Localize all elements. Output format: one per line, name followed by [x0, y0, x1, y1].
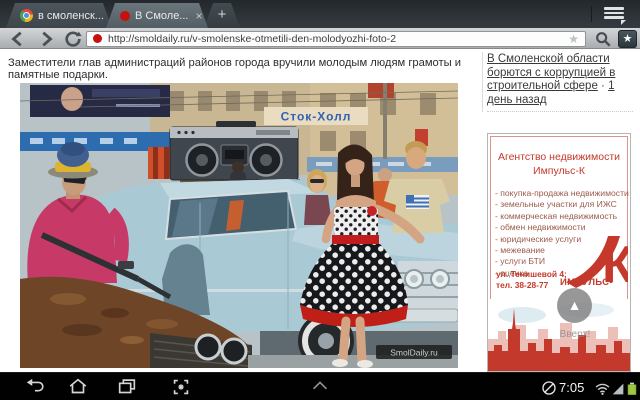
wifi-icon	[594, 380, 611, 397]
tab-label: В Смоле...	[135, 10, 188, 22]
home-icon[interactable]	[67, 376, 89, 398]
chrome-favicon-icon	[20, 9, 33, 22]
tab-smolensk[interactable]: в смоленск...	[6, 3, 112, 28]
close-icon[interactable]: ×	[195, 9, 202, 23]
news-link[interactable]: В Смоленской области борются с коррупцие…	[487, 53, 615, 92]
tab-smoldaily-active[interactable]: В Смоле... ×	[106, 3, 208, 28]
back-icon[interactable]	[9, 30, 27, 48]
article-lead: Заместители глав администраций районов г…	[8, 57, 476, 81]
scroll-to-top-label: Вверх!	[549, 329, 601, 340]
ad-brand-name: ИМПУЛЬС-	[560, 277, 613, 288]
photo-sign-text: Сток-Холл	[281, 110, 352, 124]
site-favicon-icon	[93, 34, 102, 43]
ad-service-item: - покупка-продажа недвижимости	[495, 188, 629, 199]
photo-watermark: SmolDaily.ru	[376, 345, 452, 359]
site-favicon-icon	[120, 11, 130, 21]
browser-tab-strip: в смоленск... В Смоле... × +	[0, 0, 640, 28]
refresh-icon[interactable]	[64, 30, 82, 48]
url-text: http://smoldaily.ru/v-smolenske-otmetili…	[108, 33, 562, 45]
forward-icon[interactable]	[37, 30, 55, 48]
battery-icon	[624, 379, 640, 397]
ad-address: ул. Тенишевой 4; тел. 38-28-77	[496, 269, 567, 291]
svg-text:SmolDaily.ru: SmolDaily.ru	[390, 348, 438, 358]
chevron-up-icon[interactable]	[309, 376, 331, 398]
browser-toolbar: http://smoldaily.ru/v-smolenske-otmetili…	[0, 28, 640, 49]
article-photo[interactable]: Сток-Холл	[20, 83, 458, 368]
tab-label: в смоленск...	[38, 10, 104, 22]
tablet-screen: в смоленск... В Смоле... × + http://smol…	[0, 0, 640, 400]
screenshot-icon[interactable]	[170, 376, 192, 398]
sidebar-news-item[interactable]: В Смоленской области борются с коррупцие…	[487, 53, 633, 107]
new-tab-button[interactable]: +	[204, 3, 240, 28]
chevron-up-icon: ▲	[568, 297, 582, 313]
page-content: Заместители глав администраций районов г…	[0, 50, 640, 372]
url-bar[interactable]: http://smoldaily.ru/v-smolenske-otmetili…	[86, 31, 586, 47]
news-separator: ·	[598, 80, 608, 92]
search-icon[interactable]	[594, 30, 612, 48]
recent-apps-icon[interactable]	[116, 376, 138, 398]
blocking-mode-icon	[540, 379, 558, 397]
ad-title: Импульс-К	[488, 165, 630, 177]
clock[interactable]: 7:05	[559, 380, 584, 395]
bookmarks-button[interactable]: ★	[618, 30, 637, 48]
back-icon[interactable]	[24, 376, 46, 398]
ad-title: Агентство недвижимости	[488, 151, 630, 163]
divider	[591, 6, 592, 22]
divider	[482, 52, 483, 112]
bookmark-star-icon[interactable]: ★	[568, 33, 579, 45]
divider	[487, 111, 633, 112]
scroll-to-top-button[interactable]: ▲	[557, 288, 592, 323]
star-icon: ★	[623, 33, 633, 45]
ad-service-item: - земельные участки для ИЖС	[495, 199, 629, 210]
ad-service-item: - коммерческая недвижимость	[495, 211, 629, 222]
system-navigation-bar: 7:05	[0, 372, 640, 400]
menu-icon[interactable]	[602, 5, 626, 23]
